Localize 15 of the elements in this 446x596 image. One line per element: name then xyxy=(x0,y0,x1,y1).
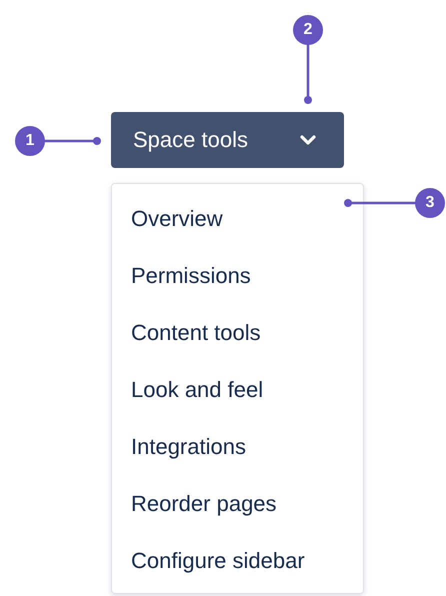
callout-number: 2 xyxy=(293,15,323,45)
menu-item[interactable]: Reorder pages xyxy=(112,475,363,532)
leader-line xyxy=(44,137,101,145)
callout-number: 3 xyxy=(415,188,445,218)
menu-item[interactable]: Permissions xyxy=(112,247,363,304)
menu-item[interactable]: Overview xyxy=(112,190,363,247)
menu-item[interactable]: Content tools xyxy=(112,304,363,361)
menu-item[interactable]: Integrations xyxy=(112,418,363,475)
menu-item[interactable]: Look and feel xyxy=(112,361,363,418)
menu-item[interactable]: Configure sidebar xyxy=(112,532,363,589)
leader-line xyxy=(304,44,312,104)
space-tools-button[interactable]: Space tools xyxy=(111,112,344,168)
chevron-down-icon xyxy=(299,134,317,146)
callout-number: 1 xyxy=(15,126,45,156)
leader-line xyxy=(344,199,416,207)
